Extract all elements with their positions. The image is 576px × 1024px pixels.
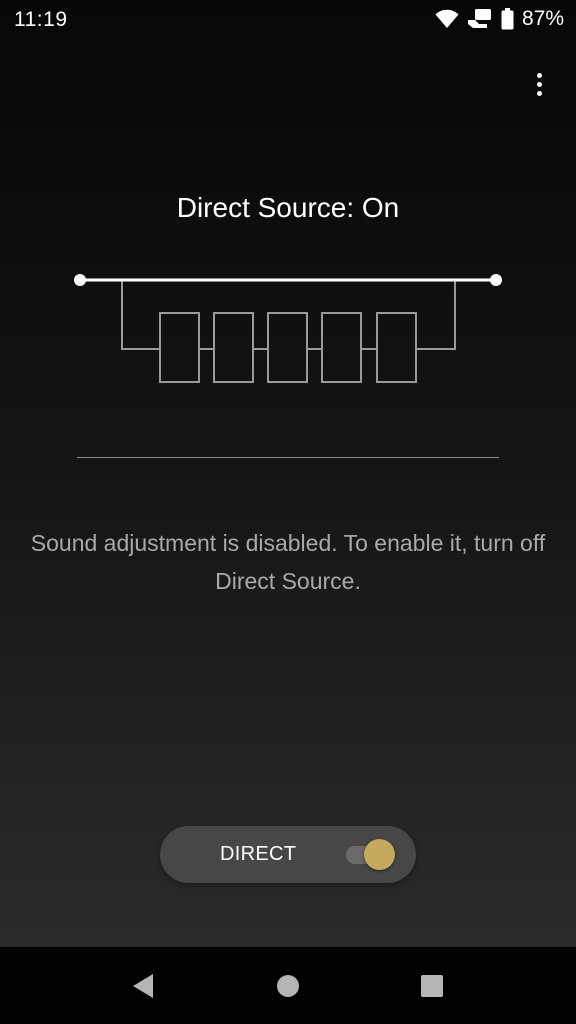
toggle-thumb (364, 839, 395, 870)
navigation-bar (0, 947, 576, 1024)
home-icon[interactable] (271, 969, 305, 1003)
status-bar: 11:19 87% (0, 0, 576, 42)
status-icons: 87% (435, 7, 564, 31)
cast-icon (467, 8, 493, 30)
direct-source-bypass-diagram (70, 268, 506, 393)
status-time: 11:19 (14, 8, 68, 31)
more-vert-icon[interactable] (524, 68, 554, 100)
menu-dot (536, 72, 542, 78)
disabled-message: Sound adjustment is disabled. To enable … (30, 530, 546, 594)
back-icon[interactable] (126, 969, 160, 1003)
page-title: Direct Source: On (176, 192, 400, 223)
direct-toggle-button[interactable]: DIRECT (160, 826, 416, 883)
direct-label: DIRECT (220, 843, 297, 865)
recents-icon[interactable] (415, 969, 449, 1003)
divider (77, 457, 499, 458)
app-screen: 11:19 87% Direct Source: On Sound adjust… (0, 0, 576, 1024)
menu-dot (536, 81, 542, 87)
wifi-icon (435, 9, 459, 29)
menu-dot (536, 90, 542, 96)
battery-icon (501, 8, 514, 30)
battery-percent: 87% (521, 7, 564, 30)
